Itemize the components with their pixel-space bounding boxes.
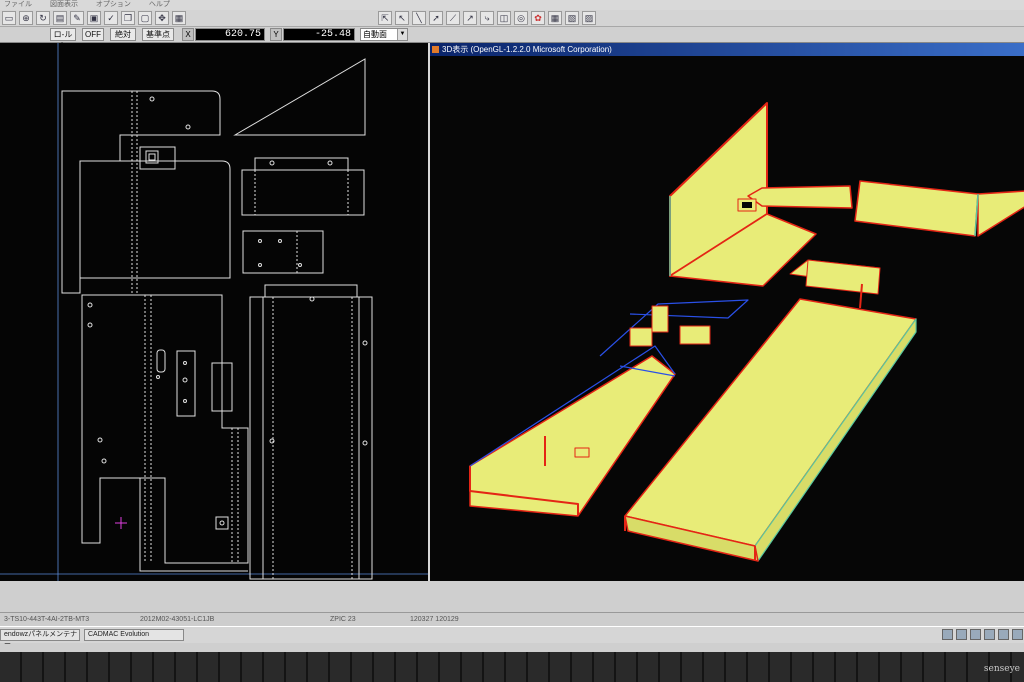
small-box-part[interactable] xyxy=(241,157,365,216)
mode-select-value: 自動面 xyxy=(363,30,387,39)
cad-2d-drawing-view[interactable] xyxy=(0,43,428,581)
3d-part-l-bracket[interactable] xyxy=(669,102,853,287)
system-tray xyxy=(942,629,1024,641)
menu-item-options[interactable]: オプション xyxy=(96,1,131,8)
opengl-3d-view-window[interactable]: 3D表示 (OpenGL-1.2.2.0 Microsoft Corporati… xyxy=(428,43,1024,581)
check-icon[interactable]: ✓ xyxy=(104,11,118,25)
toolbar: ▭ ⊕ ↻ ▤ ✎ ▣ ✓ ❐ ▢ ✥ ▦ ⇱ ↖ ╲ ➚ ⟋ ↗ ⤷ ◫ ◎ … xyxy=(0,10,1024,27)
frame-icon[interactable]: ▢ xyxy=(138,11,152,25)
3d-part-bent-panel[interactable] xyxy=(854,180,1024,237)
taskbar-button-cadmac[interactable]: CADMAC Evolution xyxy=(84,629,184,641)
layers-icon[interactable]: ▧ xyxy=(565,11,579,25)
long-panel-part[interactable] xyxy=(249,284,373,580)
diagonal-icon[interactable]: ↗ xyxy=(463,11,477,25)
tray-icon-4[interactable] xyxy=(984,629,995,640)
line-icon[interactable]: ╲ xyxy=(412,11,426,25)
layers2-icon[interactable]: ▨ xyxy=(582,11,596,25)
status-drawing: 2012M02-43051-LC1JB xyxy=(140,616,215,623)
x-label: X xyxy=(182,28,194,41)
pencil-icon[interactable]: ✎ xyxy=(70,11,84,25)
rotate-icon[interactable]: ↻ xyxy=(36,11,50,25)
mode-select[interactable]: 自動面 ▼ xyxy=(360,28,408,41)
3d-part-long-channel[interactable] xyxy=(624,298,917,562)
tray-icon-3[interactable] xyxy=(970,629,981,640)
keyboard-foreground xyxy=(0,652,1024,682)
triangle-part[interactable] xyxy=(233,58,366,136)
bend-icon[interactable]: ⤷ xyxy=(480,11,494,25)
status-date: 120327 120129 xyxy=(410,616,459,623)
select-icon[interactable]: ⇱ xyxy=(378,11,392,25)
target-icon[interactable]: ◎ xyxy=(514,11,528,25)
plate-part[interactable] xyxy=(242,230,324,274)
coordinate-bar: ロ-ルト OFF 絶対 基準点 X 620.75 Y -25.48 自動面 ▼ xyxy=(0,27,1024,50)
panel-upper-left[interactable] xyxy=(61,90,231,294)
y-coordinate-field[interactable]: -25.48 xyxy=(283,28,355,41)
3d-sheet-metal-parts xyxy=(469,102,1024,562)
color-icon[interactable]: ✿ xyxy=(531,11,545,25)
tray-icon-6[interactable] xyxy=(1012,629,1023,640)
grid-icon[interactable]: ▦ xyxy=(548,11,562,25)
off-button[interactable]: OFF xyxy=(82,28,104,41)
x-coordinate-field[interactable]: 620.75 xyxy=(195,28,265,41)
watermark: senseye xyxy=(983,664,1020,674)
menu-item-view[interactable]: 図面表示 xyxy=(50,1,78,8)
menu-item-file[interactable]: ファイル xyxy=(4,1,32,8)
absolute-button[interactable]: 絶対 xyxy=(110,28,136,41)
cursor-crosshair xyxy=(115,517,127,529)
menu-bar: ファイル 図面表示 オプション ヘルプ xyxy=(0,0,1024,10)
menu-item-help[interactable]: ヘルプ xyxy=(149,1,170,8)
y-label: Y xyxy=(270,28,282,41)
toolbar-right-group: ⇱ ↖ ╲ ➚ ⟋ ↗ ⤷ ◫ ◎ ✿ ▦ ▧ ▨ xyxy=(378,11,596,25)
view-icon[interactable]: ◫ xyxy=(497,11,511,25)
snap-point-button[interactable]: 基準点 xyxy=(142,28,174,41)
cursor-icon[interactable]: ↖ xyxy=(395,11,409,25)
copy-icon[interactable]: ❐ xyxy=(121,11,135,25)
knife-icon[interactable]: ⟋ xyxy=(446,11,460,25)
tray-icon-5[interactable] xyxy=(998,629,1009,640)
move-icon[interactable]: ✥ xyxy=(155,11,169,25)
tray-icon-1[interactable] xyxy=(942,629,953,640)
tray-icon-2[interactable] xyxy=(956,629,967,640)
grid-icon[interactable]: ▦ xyxy=(172,11,186,25)
zoom-icon[interactable]: ⊕ xyxy=(19,11,33,25)
window-icon xyxy=(432,46,439,53)
view-3d-title: 3D表示 (OpenGL-1.2.2.0 Microsoft Corporati… xyxy=(442,45,612,54)
new-icon[interactable]: ▭ xyxy=(2,11,16,25)
lock-button[interactable]: ロ-ルト xyxy=(50,28,76,50)
taskbar-button-manager[interactable]: endowzパネルメンテナー xyxy=(0,629,80,648)
view-3d-canvas[interactable] xyxy=(430,56,1024,578)
status-scale: ZPIC 23 xyxy=(330,616,356,623)
view-3d-titlebar[interactable]: 3D表示 (OpenGL-1.2.2.0 Microsoft Corporati… xyxy=(430,43,1024,56)
flat-pattern-drawing xyxy=(0,43,428,581)
arrow-icon[interactable]: ➚ xyxy=(429,11,443,25)
status-file: 3-TS10-443T-4AI-2TB-MT3 xyxy=(4,616,90,623)
taskbar: endowzパネルメンテナー CADMAC Evolution xyxy=(0,626,1024,648)
cad-application-window: ファイル 図面表示 オプション ヘルプ ▭ ⊕ ↻ ▤ ✎ ▣ ✓ ❐ ▢ ✥ … xyxy=(0,0,1024,652)
toolbar-left-group: ▭ ⊕ ↻ ▤ ✎ ▣ ✓ ❐ ▢ ✥ ▦ xyxy=(2,11,186,25)
status-bar: 3-TS10-443T-4AI-2TB-MT3 2012M02-43051-LC… xyxy=(0,612,1024,627)
chevron-down-icon[interactable]: ▼ xyxy=(397,29,407,40)
edit-icon[interactable]: ▤ xyxy=(53,11,67,25)
panel-lower-left[interactable] xyxy=(81,294,249,572)
lock-icon[interactable]: ▣ xyxy=(87,11,101,25)
